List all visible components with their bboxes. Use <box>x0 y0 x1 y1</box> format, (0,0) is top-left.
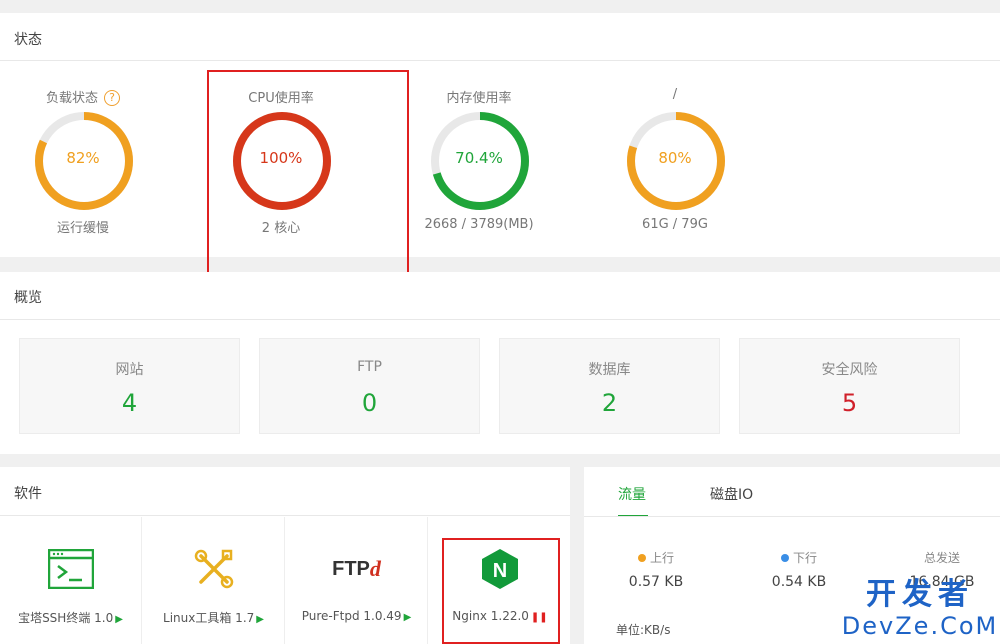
overview-title: 概览 <box>14 290 42 306</box>
stat-value[interactable]: 0 <box>260 389 479 417</box>
software-divider <box>0 515 570 516</box>
stat-label: 安全风险 <box>821 362 878 378</box>
upload-value: 0.57 KB <box>628 574 684 590</box>
tools-icon <box>143 547 284 591</box>
gauge-sub: 61G / 79G <box>642 217 708 232</box>
overview-panel: 概览 网站 4 FTP 0 数据库 2 安全风险 5 <box>0 272 1000 454</box>
play-icon[interactable]: ▶ <box>404 612 412 623</box>
play-icon[interactable]: ▶ <box>256 614 264 625</box>
gauge-label: / <box>672 87 678 102</box>
stat-label: 数据库 <box>588 362 631 378</box>
software-item-linux-tools[interactable]: Linux工具箱 1.7 ▶ <box>143 517 285 644</box>
upload-stat: 上行 0.57 KB <box>596 549 716 590</box>
ftpd-logo-icon: FTP d <box>332 556 381 581</box>
software-item-pureftpd[interactable]: FTP d Pure-Ftpd 1.0.49 ▶ <box>286 517 428 644</box>
status-panel: 状态 负载状态? 82% 运行缓慢 CPU使用率 100% 2 核心 内存使用率… <box>0 13 1000 276</box>
total-sent-label: 总发送 <box>923 551 960 565</box>
gauge-sub: 运行缓慢 <box>56 221 109 236</box>
help-icon[interactable]: ? <box>104 90 120 106</box>
gauge-value: 82% <box>66 149 100 167</box>
traffic-divider <box>584 516 1000 517</box>
stat-card-ftp[interactable]: FTP 0 <box>259 338 480 434</box>
load-gauge[interactable]: 负载状态? 82% 运行缓慢 <box>8 13 158 257</box>
stat-value[interactable]: 2 <box>500 389 719 417</box>
gauge-value: 70.4% <box>455 149 503 167</box>
software-name: Pure-Ftpd 1.0.49 ▶ <box>301 609 412 623</box>
highlight-box <box>207 70 409 276</box>
tab-traffic[interactable]: 流量 <box>618 484 646 504</box>
gauge-value: 80% <box>658 149 692 167</box>
watermark-logo: 开发者 DevZe.CoM <box>841 577 999 641</box>
download-label: 下行 <box>792 551 817 565</box>
stat-card-database[interactable]: 数据库 2 <box>499 338 720 434</box>
software-panel: 软件 宝塔SSH终端 1.0 ▶ Linux工具箱 1.7 ▶ FTP d Pu… <box>0 467 570 644</box>
unit-label: 单位:KB/s <box>616 623 671 637</box>
highlight-box <box>442 538 560 644</box>
upload-dot-icon <box>637 554 646 562</box>
stat-card-sites[interactable]: 网站 4 <box>19 338 240 434</box>
gauge-label: 负载状态? <box>8 87 158 106</box>
terminal-icon <box>0 547 141 591</box>
gauge-sub: 2668 / 3789(MB) <box>424 217 534 232</box>
software-name: Linux工具箱 1.7 ▶ <box>163 611 264 625</box>
stat-label: 网站 <box>115 362 144 378</box>
play-icon[interactable]: ▶ <box>115 614 123 625</box>
software-name: 宝塔SSH终端 1.0 ▶ <box>18 611 123 625</box>
stat-label: FTP <box>357 359 382 375</box>
gauge-label: 内存使用率 <box>446 91 512 106</box>
tab-disk-io[interactable]: 磁盘IO <box>710 484 753 504</box>
disk-gauge[interactable]: / 80% 61G / 79G <box>600 13 750 257</box>
stat-card-security[interactable]: 安全风险 5 <box>739 338 960 434</box>
stat-value[interactable]: 4 <box>20 389 239 417</box>
download-dot-icon <box>780 554 789 562</box>
upload-label: 上行 <box>649 551 674 565</box>
overview-divider <box>0 319 1000 320</box>
software-title: 软件 <box>14 486 42 502</box>
stat-value[interactable]: 5 <box>740 389 959 417</box>
memory-gauge[interactable]: 内存使用率 70.4% 2668 / 3789(MB) <box>404 13 554 257</box>
software-item-ssh[interactable]: 宝塔SSH终端 1.0 ▶ <box>0 517 142 644</box>
